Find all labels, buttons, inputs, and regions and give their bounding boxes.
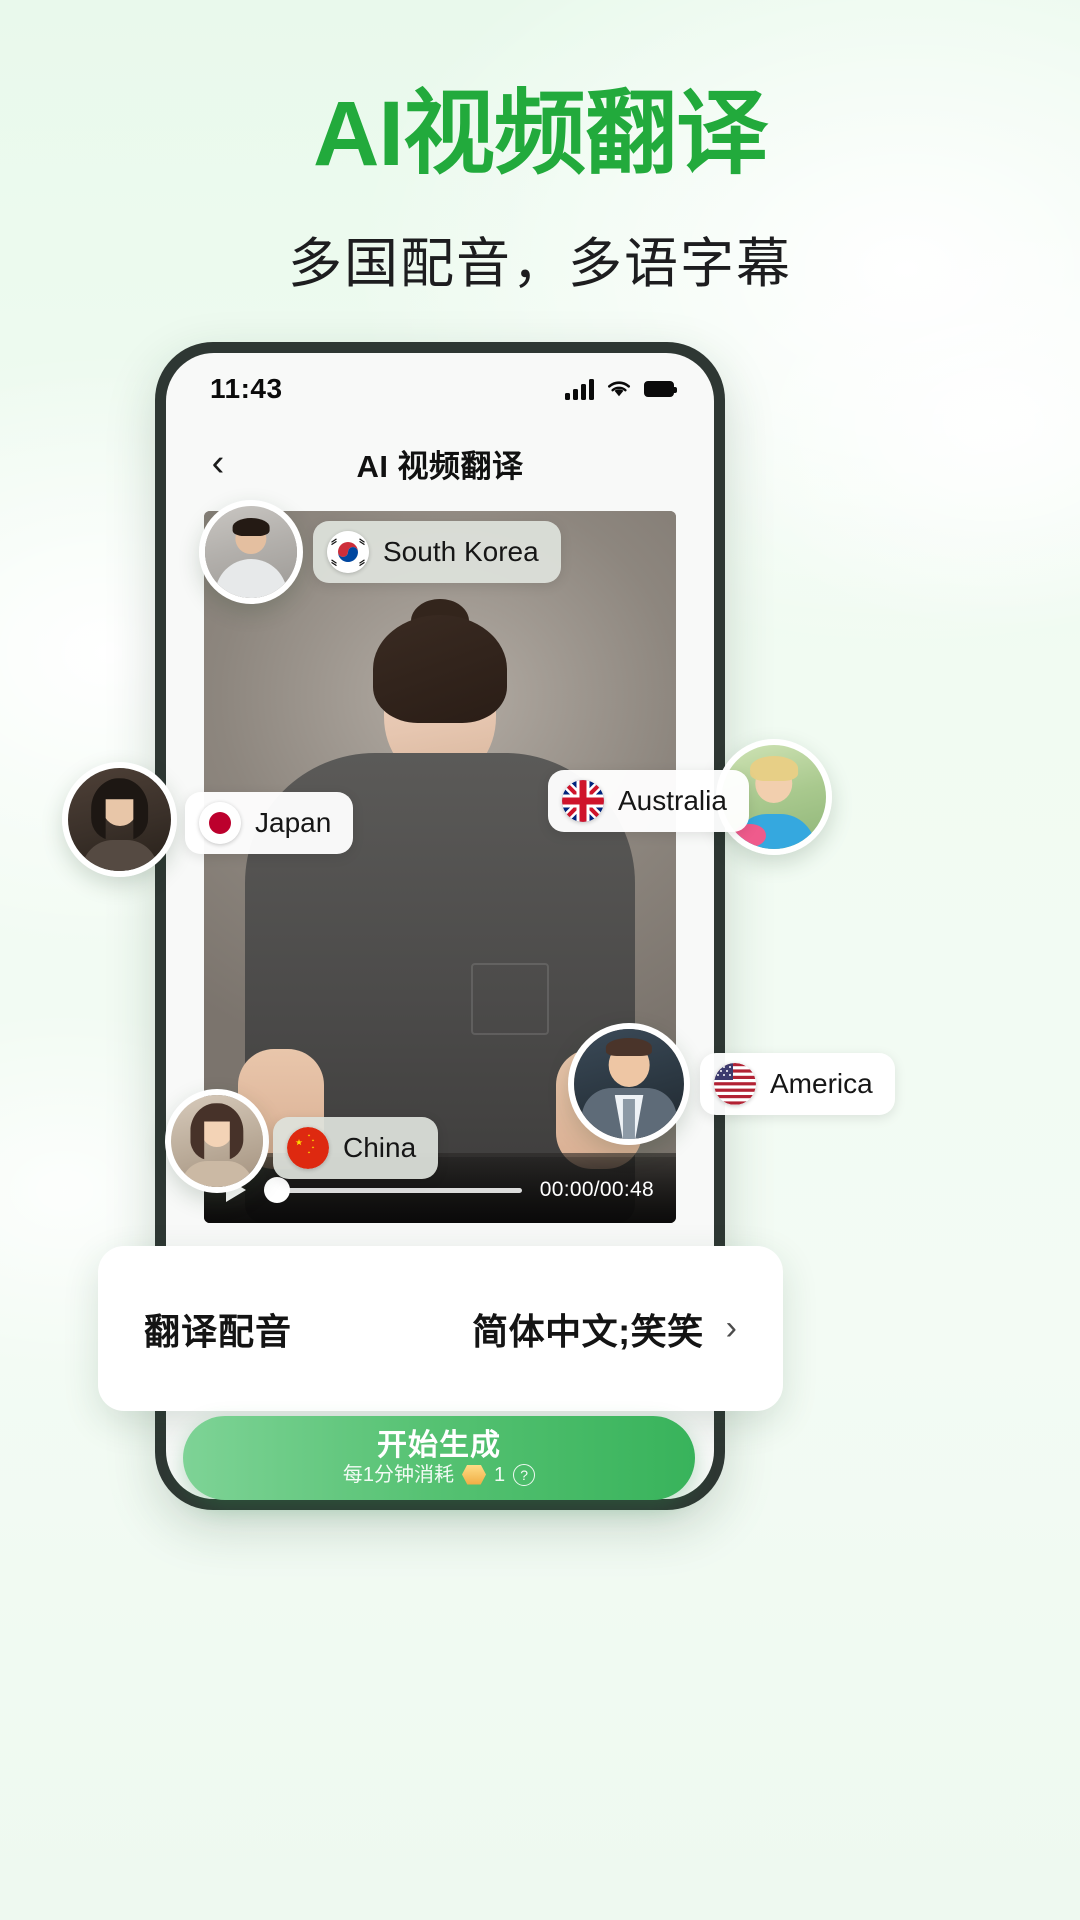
cellular-signal-icon [565,378,594,400]
settings-label: 翻译配音 [144,1310,293,1352]
cta-cost-value: 1 [494,1463,506,1486]
flag-japan-icon [199,802,241,844]
page-subtitle: 多国配音，多语字幕 [288,233,792,294]
chip-label: Australia [618,785,727,816]
cta-title: 开始生成 [377,1428,501,1462]
flag-usa-icon [714,1063,756,1105]
shirt-pocket [471,963,550,1035]
poster-headline: AI视频翻译 多国配音，多语字幕 [0,86,1080,298]
chip-china[interactable]: China [273,1117,439,1179]
nav-title: AI 视频翻译 [356,448,524,484]
chip-south-korea[interactable]: South Korea [313,521,561,583]
progress-slider[interactable] [264,1177,522,1203]
cta-subtext: 每1分钟消耗 1 ? [342,1463,536,1486]
cta-cost-prefix: 每1分钟消耗 [342,1463,454,1486]
avatar-chinese-woman[interactable] [165,1089,269,1193]
chevron-right-icon[interactable]: › [726,1309,737,1348]
flag-china-icon [287,1127,329,1169]
progress-knob[interactable] [264,1177,290,1203]
status-bar: 11:43 [166,353,714,425]
chip-label: South Korea [383,536,539,567]
chip-australia[interactable]: Australia [548,770,749,832]
wifi-icon [608,381,630,397]
chip-label: America [770,1068,873,1099]
subject-hair [373,615,507,723]
avatar-japanese-woman[interactable] [62,762,177,877]
page-title: AI视频翻译 [312,83,768,185]
back-button[interactable]: ‹ [196,444,240,482]
avatar-image [68,768,171,871]
time-label: 00:00/00:48 [539,1178,654,1201]
start-generate-button[interactable]: 开始生成 每1分钟消耗 1 ? [183,1416,695,1500]
battery-full-icon [644,381,677,397]
status-time: 11:43 [210,373,283,404]
avatar-image [205,506,297,598]
settings-value-group: 简体中文;笑笑 › [472,1303,737,1355]
nav-bar: ‹ AI 视频翻译 [166,425,714,501]
chip-america[interactable]: America [700,1053,895,1115]
status-icons [565,378,677,400]
avatar-american-man[interactable] [568,1023,690,1145]
flag-south-korea-icon [327,531,369,573]
flag-australia-icon [562,780,604,822]
avatar-image [574,1029,684,1139]
avatar-image [171,1095,263,1187]
avatar-korean-man[interactable] [199,500,303,604]
gem-icon [462,1464,486,1485]
chip-label: China [343,1132,417,1163]
chip-label: Japan [255,807,332,838]
settings-value: 简体中文;笑笑 [472,1310,704,1352]
translation-dubbing-row[interactable]: 翻译配音 简体中文;笑笑 › [98,1246,783,1411]
chip-japan[interactable]: Japan [185,792,354,854]
question-mark-icon[interactable]: ? [513,1463,536,1486]
